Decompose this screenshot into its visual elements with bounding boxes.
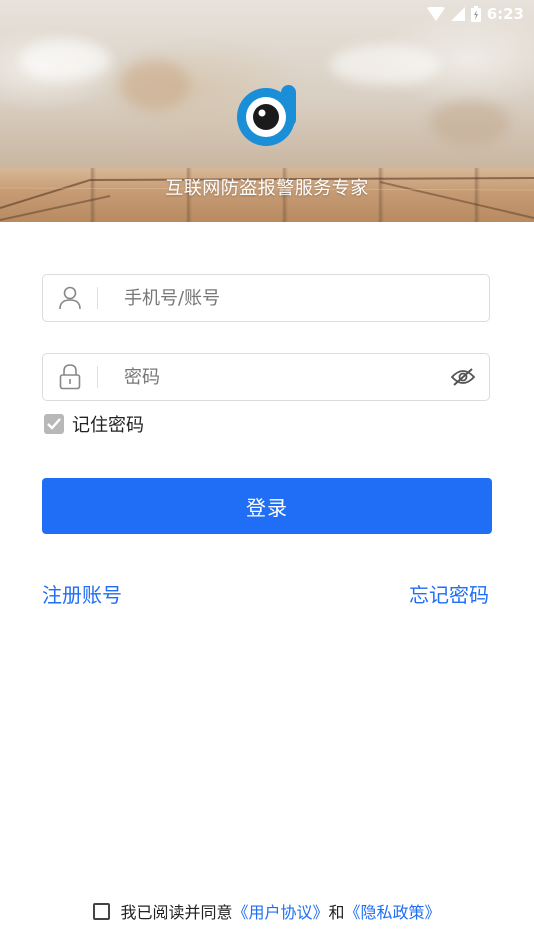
- remember-password[interactable]: 记住密码: [44, 411, 144, 437]
- app-logo: [237, 85, 296, 146]
- field-divider: [97, 366, 98, 388]
- username-field: [42, 274, 490, 322]
- agreement-prefix: 我已阅读并同意: [120, 903, 233, 922]
- status-bar: 6:23: [0, 0, 534, 28]
- user-icon: [43, 275, 97, 321]
- user-agreement-link[interactable]: 《用户协议》: [232, 899, 328, 923]
- privacy-policy-link[interactable]: 《隐私政策》: [345, 899, 441, 923]
- background-blur: [330, 45, 440, 85]
- checkbox-icon[interactable]: [44, 414, 64, 434]
- battery-icon: [470, 6, 481, 22]
- background-blur: [120, 60, 190, 110]
- remember-label: 记住密码: [72, 415, 144, 436]
- tagline: 互联网防盗报警服务专家: [165, 178, 369, 199]
- forgot-password-link[interactable]: 忘记密码: [409, 579, 489, 608]
- username-input[interactable]: [122, 286, 489, 310]
- field-divider: [97, 287, 98, 309]
- header-banner: 6:23 互联网防盗报警服务专家: [0, 0, 534, 222]
- background-blur: [20, 40, 110, 80]
- signal-icon: [450, 7, 465, 21]
- lock-icon: [43, 354, 97, 400]
- agreement-checkbox[interactable]: [93, 902, 111, 920]
- wifi-icon: [426, 7, 445, 21]
- password-input[interactable]: [122, 365, 443, 389]
- status-time: 6:23: [486, 5, 524, 23]
- agreement-row: 我已阅读并同意 《用户协议》 和 《隐私政策》: [0, 899, 534, 923]
- login-button[interactable]: 登录: [42, 478, 492, 534]
- background-blur: [430, 100, 510, 145]
- register-link[interactable]: 注册账号: [42, 579, 122, 608]
- eye-off-icon[interactable]: [443, 354, 483, 400]
- agreement-conjunction: 和: [328, 903, 345, 922]
- password-field: [42, 353, 490, 401]
